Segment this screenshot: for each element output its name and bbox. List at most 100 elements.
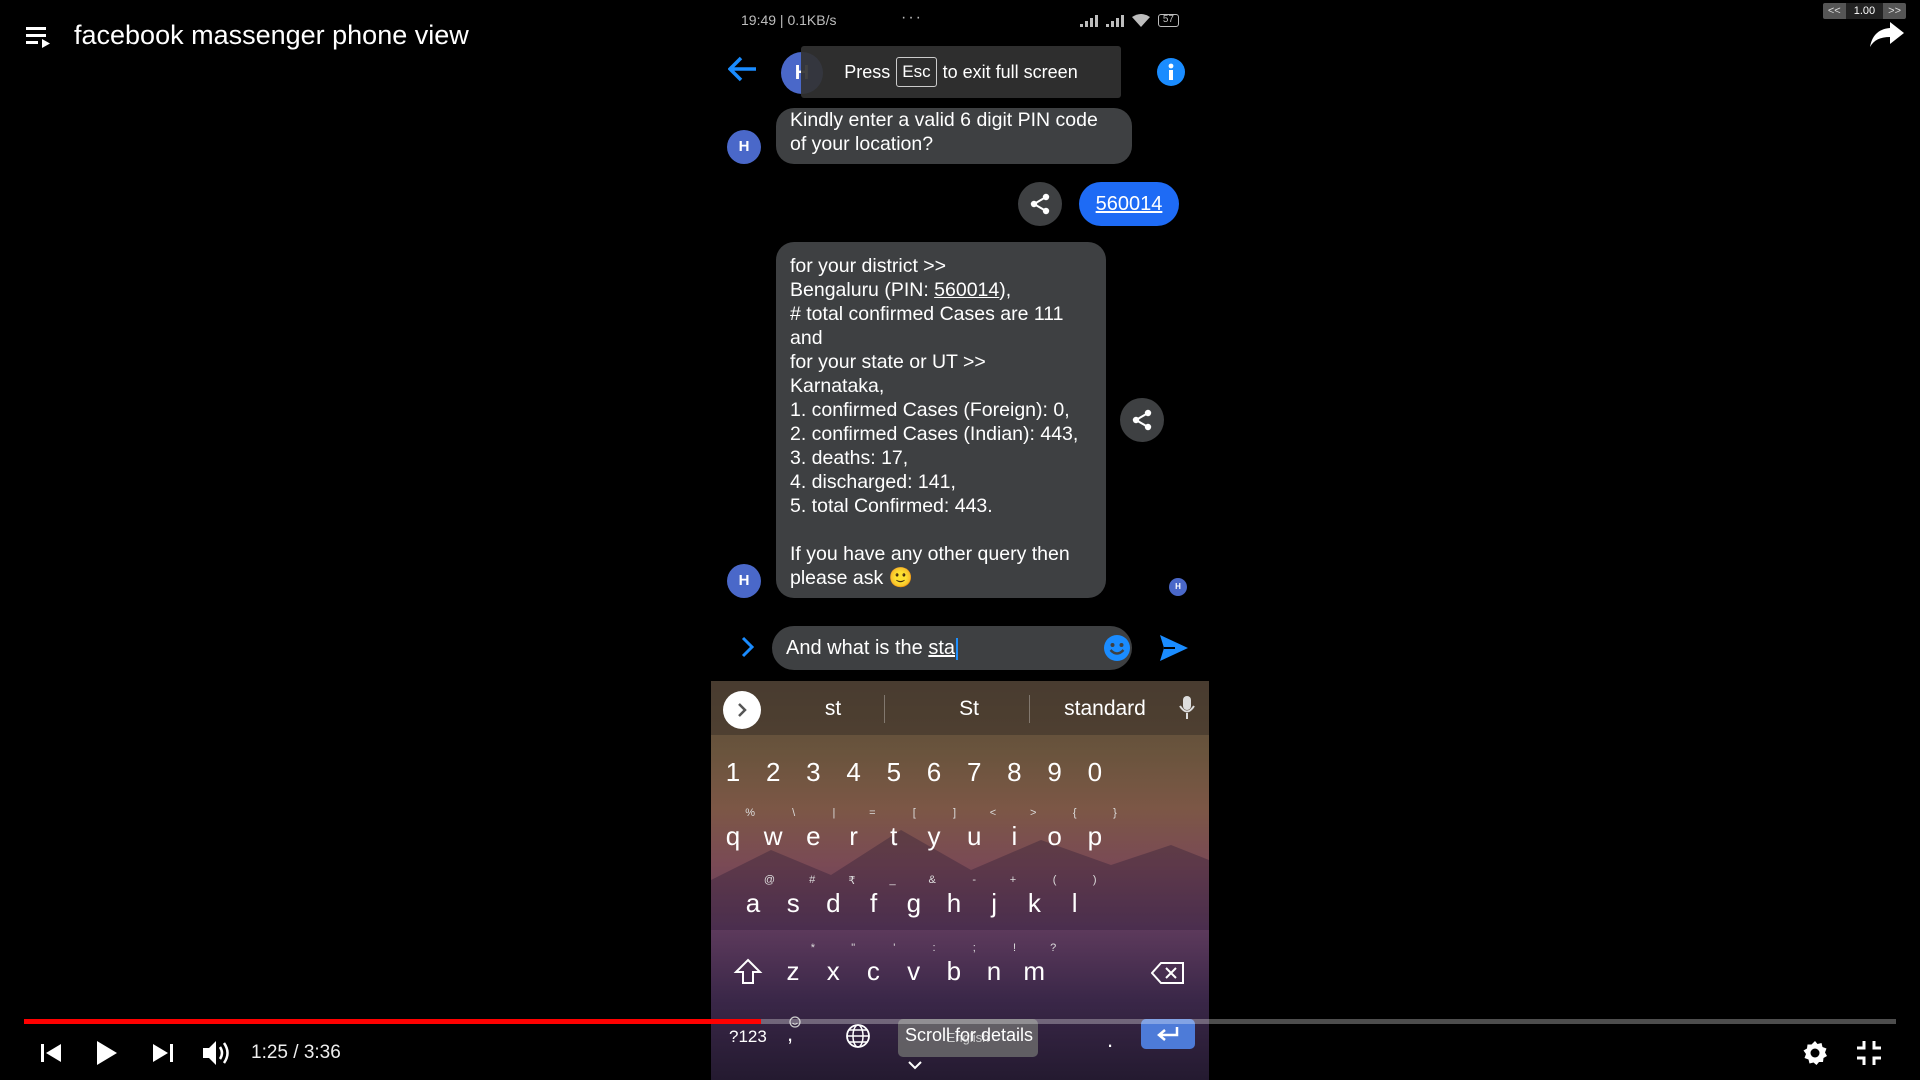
number-key[interactable]: 7 — [954, 757, 994, 788]
key-label: k — [1027, 888, 1041, 918]
key-label: 6 — [926, 757, 942, 787]
number-key[interactable]: 6 — [914, 757, 954, 788]
letter-key[interactable]: h- — [934, 874, 976, 919]
number-key[interactable]: 2 — [753, 757, 793, 788]
phone-screen: 19:49 | 0.1KB/s ··· 57 H Press Esc to ex… — [711, 0, 1209, 1080]
send-icon[interactable] — [1159, 634, 1189, 667]
suggestion-expand-icon[interactable] — [723, 691, 761, 729]
battery-icon: 57 — [1157, 14, 1179, 27]
user-message-bubble[interactable]: 560014 — [1079, 182, 1179, 226]
exit-fullscreen-icon[interactable] — [1856, 1030, 1882, 1076]
previous-icon[interactable] — [40, 1030, 62, 1076]
playlist-icon[interactable] — [26, 24, 54, 48]
status-more-icon: ··· — [901, 9, 923, 26]
key-label: f — [869, 888, 878, 918]
key-label: z — [786, 956, 800, 986]
playback-speed-control: << 1.00 >> — [1822, 3, 1906, 19]
video-title[interactable]: facebook massenger phone view — [74, 20, 469, 51]
letter-key[interactable]: f _ — [854, 874, 896, 919]
letter-key[interactable]: n! — [974, 942, 1016, 987]
number-key[interactable]: 0 — [1075, 757, 1115, 788]
suggestion-item[interactable]: standard — [1050, 697, 1160, 721]
bot-message-bubble[interactable]: for your district >> Bengaluru (PIN: 560… — [776, 242, 1106, 598]
volume-icon[interactable] — [202, 1030, 232, 1076]
share-icon[interactable] — [1120, 398, 1164, 442]
letter-key[interactable]: l) — [1055, 874, 1097, 919]
emoji-icon[interactable] — [1103, 634, 1131, 667]
toast-esc-key: Esc — [896, 57, 937, 87]
share-arrow-icon[interactable] — [1870, 22, 1904, 53]
typed-text: And what is the — [786, 637, 929, 659]
speed-decrease-button[interactable]: << — [1822, 3, 1846, 19]
key-hint: \ — [792, 807, 796, 819]
key-hint: { — [1072, 807, 1077, 819]
key-label: m — [1023, 956, 1046, 986]
key-label: r — [849, 821, 858, 851]
next-icon[interactable] — [152, 1030, 174, 1076]
letter-key[interactable]: c ' — [853, 942, 896, 987]
key-hint: % — [745, 807, 755, 819]
letter-key[interactable]: m? — [1014, 942, 1056, 987]
letter-key[interactable]: w \ — [753, 807, 795, 852]
suggestion-item[interactable]: St — [914, 697, 1024, 721]
letter-key[interactable]: q% — [713, 807, 755, 852]
letter-key[interactable]: z * — [773, 942, 816, 987]
number-key[interactable]: 4 — [834, 757, 874, 788]
key-label: e — [806, 821, 821, 851]
letter-key[interactable]: r = — [834, 807, 875, 852]
number-key[interactable]: 8 — [994, 757, 1034, 788]
letter-key[interactable]: y] — [914, 807, 957, 852]
bot-message-bubble[interactable]: Kindly enter a valid 6 digit PIN code of… — [776, 108, 1132, 164]
letter-key[interactable]: p} — [1075, 807, 1117, 852]
letter-key[interactable]: o{ — [1035, 807, 1076, 852]
number-key[interactable]: 9 — [1035, 757, 1075, 788]
video-title-bar: facebook massenger phone view — [26, 20, 469, 51]
key-hint: ₹ — [848, 875, 856, 887]
letter-key[interactable]: j + — [974, 874, 1016, 919]
key-label: l — [1071, 888, 1078, 918]
letter-key[interactable]: t[ — [874, 807, 916, 852]
key-hint: ) — [1092, 874, 1097, 886]
message-line: 1. confirmed Cases (Foreign): 0, — [790, 399, 1070, 421]
bot-avatar[interactable]: H — [727, 564, 761, 598]
letter-key[interactable]: a @ — [733, 874, 775, 920]
letter-key[interactable]: g & — [894, 874, 936, 919]
message-line: Bengaluru (PIN: 560014), — [790, 278, 1092, 302]
letter-key[interactable]: k( — [1014, 874, 1057, 919]
speed-increase-button[interactable]: >> — [1883, 3, 1906, 19]
letter-key[interactable]: v: — [894, 942, 936, 987]
play-icon[interactable] — [96, 1030, 118, 1076]
backspace-key-icon[interactable] — [1150, 961, 1185, 990]
speed-value: 1.00 — [1845, 3, 1884, 19]
pin-link[interactable]: 560014 — [934, 279, 999, 301]
letter-key[interactable]: s # — [773, 874, 816, 919]
microphone-icon[interactable] — [1179, 695, 1195, 727]
message-line: 4. discharged: 141, — [790, 471, 956, 493]
key-hint: ' — [893, 942, 896, 954]
key-label: 0 — [1087, 757, 1103, 787]
letter-key[interactable]: u < — [954, 807, 996, 852]
letter-key[interactable]: i > — [994, 807, 1037, 852]
letter-key[interactable]: b; — [934, 942, 976, 987]
number-key[interactable]: 3 — [793, 757, 833, 788]
video-progress-bar[interactable] — [24, 1019, 1896, 1024]
info-icon[interactable] — [1157, 58, 1185, 86]
message-input[interactable]: And what is the sta — [772, 626, 1132, 670]
chevron-right-icon[interactable] — [741, 636, 755, 663]
status-bar: 19:49 | 0.1KB/s ··· 57 — [711, 9, 1209, 32]
letter-key[interactable]: d ₹ — [813, 875, 855, 919]
number-key[interactable]: 1 — [713, 757, 753, 788]
letter-key[interactable]: x " — [813, 942, 856, 987]
key-hint: ; — [972, 942, 976, 954]
time-display: 1:25 / 3:36 — [251, 1042, 341, 1063]
key-hint: " — [851, 942, 856, 954]
suggestion-item[interactable]: st — [778, 697, 888, 721]
bot-avatar[interactable]: H — [727, 130, 761, 164]
shift-key-icon[interactable] — [733, 957, 763, 992]
settings-gear-icon[interactable] — [1802, 1030, 1828, 1076]
share-icon[interactable] — [1018, 182, 1062, 226]
letter-key[interactable]: e | — [793, 807, 835, 852]
number-key[interactable]: 5 — [874, 757, 914, 788]
signal-icon — [1079, 14, 1098, 27]
back-arrow-icon[interactable] — [727, 56, 758, 87]
